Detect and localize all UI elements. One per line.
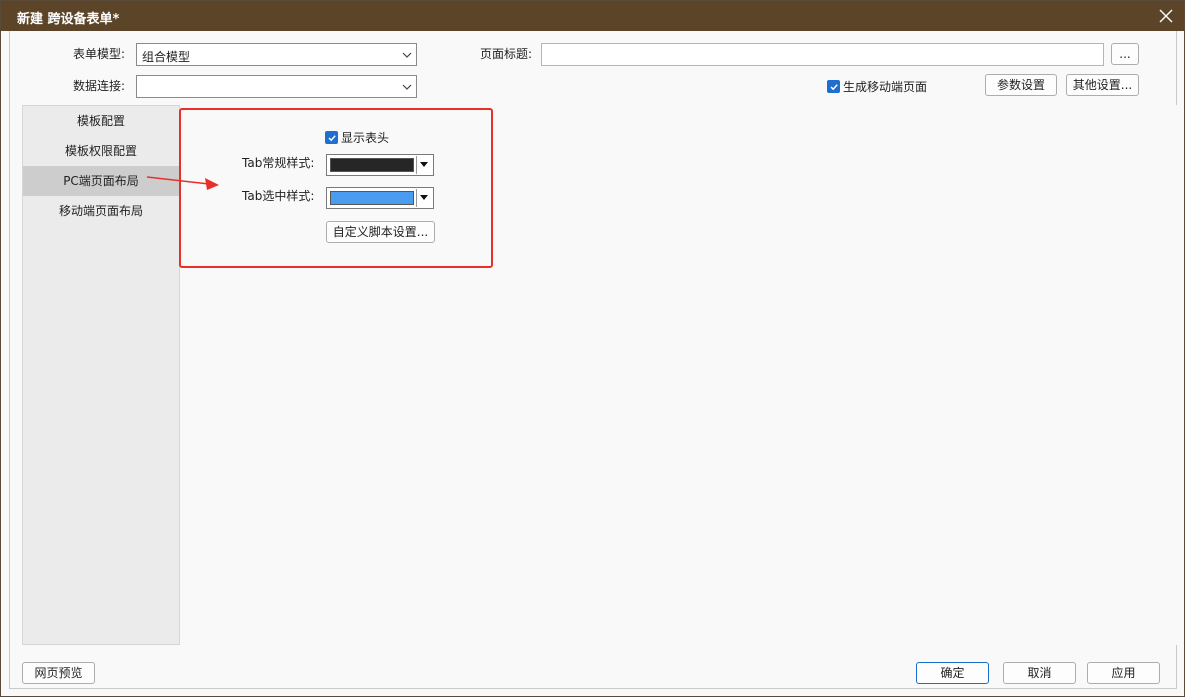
sidebar-item-template-permission[interactable]: 模板权限配置: [23, 136, 179, 166]
ok-button[interactable]: 确定: [916, 662, 989, 684]
form-model-label: 表单模型:: [73, 47, 126, 61]
close-icon: [1159, 9, 1173, 23]
data-connection-select[interactable]: [136, 75, 417, 98]
window-title: 新建 跨设备表单*: [17, 12, 120, 27]
checkbox-checked-icon: [827, 80, 840, 93]
param-settings-button[interactable]: 参数设置: [985, 74, 1057, 96]
other-settings-button[interactable]: 其他设置...: [1066, 74, 1139, 96]
annotation-highlight-box: [179, 108, 493, 268]
sidebar-item-mobile-layout[interactable]: 移动端页面布局: [23, 196, 179, 226]
chevron-down-icon: [402, 82, 412, 92]
web-preview-button[interactable]: 网页预览: [22, 662, 95, 684]
dialog-window: 新建 跨设备表单* 表单模型: 组合模型 页面标题: ... 数据连接: 生成移…: [0, 0, 1185, 697]
data-connection-label: 数据连接:: [73, 79, 126, 93]
form-model-select[interactable]: 组合模型: [136, 43, 417, 66]
cancel-button[interactable]: 取消: [1003, 662, 1076, 684]
apply-button[interactable]: 应用: [1087, 662, 1160, 684]
page-title-browse-button[interactable]: ...: [1111, 43, 1139, 65]
annotation-arrow-icon: [146, 176, 219, 190]
sidebar-item-template-config[interactable]: 模板配置: [23, 106, 179, 136]
page-title-input[interactable]: [541, 43, 1104, 66]
chevron-down-icon: [402, 50, 412, 60]
generate-mobile-checkbox[interactable]: 生成移动端页面: [827, 78, 927, 95]
form-model-value: 组合模型: [142, 50, 191, 64]
close-button[interactable]: [1156, 6, 1176, 26]
generate-mobile-label: 生成移动端页面: [843, 80, 928, 94]
title-bar[interactable]: 新建 跨设备表单*: [1, 1, 1184, 31]
page-title-label: 页面标题:: [480, 47, 533, 61]
